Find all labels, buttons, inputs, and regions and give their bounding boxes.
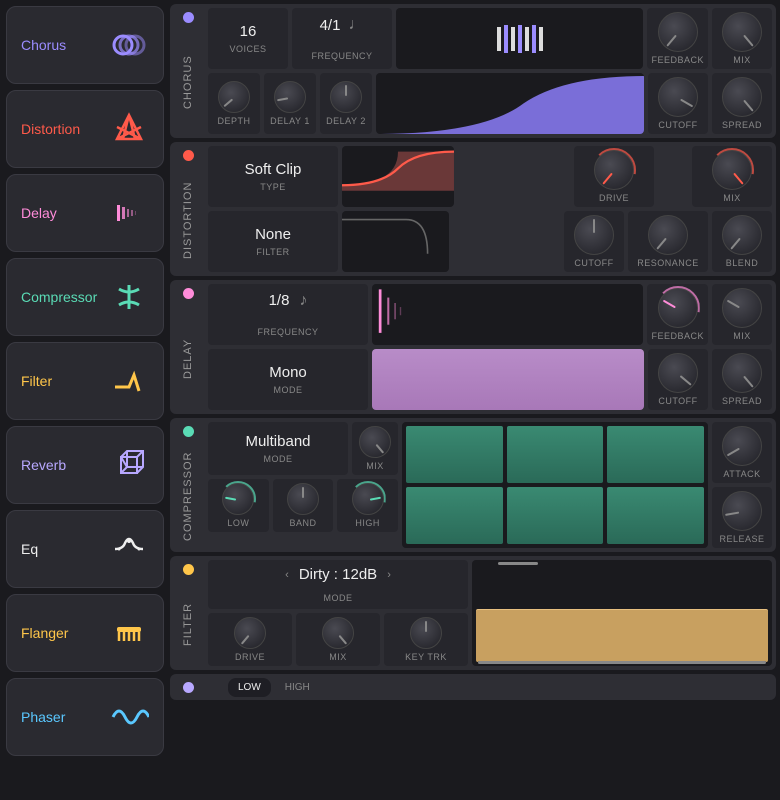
type-param[interactable]: Soft Clip TYPE bbox=[208, 146, 338, 207]
reverb-icon bbox=[109, 445, 149, 485]
sidebar-item-label: Distortion bbox=[21, 121, 80, 137]
panel-reverb: LOW HIGH bbox=[170, 674, 776, 700]
sidebar-item-filter[interactable]: Filter bbox=[6, 342, 164, 420]
distortion-icon bbox=[109, 109, 149, 149]
low-knob[interactable] bbox=[222, 483, 254, 515]
flanger-icon bbox=[109, 613, 149, 653]
enable-dot-distortion[interactable] bbox=[183, 150, 194, 161]
sidebar-item-phaser[interactable]: Phaser bbox=[6, 678, 164, 756]
note-icon: ♪ bbox=[299, 292, 307, 310]
distortion-curve-display bbox=[342, 146, 454, 207]
panel-title: FILTER bbox=[182, 583, 194, 666]
mode-param[interactable]: Multiband MODE bbox=[208, 422, 348, 475]
sidebar-item-compressor[interactable]: Compressor bbox=[6, 258, 164, 336]
enable-dot-chorus[interactable] bbox=[183, 12, 194, 23]
spread-knob[interactable] bbox=[722, 353, 762, 393]
feedback-knob[interactable] bbox=[658, 288, 698, 328]
delay2-knob[interactable] bbox=[330, 81, 362, 113]
sidebar-item-label: Delay bbox=[21, 205, 57, 221]
mode-param[interactable]: ‹ Dirty : 12dB › MODE bbox=[208, 560, 468, 609]
sidebar-item-flanger[interactable]: Flanger bbox=[6, 594, 164, 672]
phaser-icon bbox=[109, 697, 149, 737]
cutoff-knob[interactable] bbox=[658, 353, 698, 393]
compressor-icon bbox=[109, 277, 149, 317]
tab-low[interactable]: LOW bbox=[228, 678, 271, 697]
eq-icon bbox=[109, 529, 149, 569]
sidebar-item-reverb[interactable]: Reverb bbox=[6, 426, 164, 504]
filter-icon bbox=[109, 361, 149, 401]
delay-icon bbox=[109, 193, 149, 233]
tab-high[interactable]: HIGH bbox=[275, 678, 320, 697]
resonance-knob[interactable] bbox=[648, 215, 688, 255]
delay1-knob[interactable] bbox=[274, 81, 306, 113]
next-arrow-icon[interactable]: › bbox=[383, 569, 395, 581]
panel-compressor: COMPRESSOR Multiband MODE MIX LOW BAND bbox=[170, 418, 776, 552]
feedback-knob[interactable] bbox=[658, 12, 698, 52]
sidebar-item-label: Phaser bbox=[21, 709, 65, 725]
sidebar-item-eq[interactable]: Eq bbox=[6, 510, 164, 588]
delay-env-display bbox=[372, 349, 644, 410]
sidebar-item-label: Filter bbox=[21, 373, 52, 389]
frequency-param[interactable]: 4/1 ♩ FREQUENCY bbox=[292, 8, 392, 69]
panel-title: DISTORTION bbox=[182, 169, 194, 272]
band-knob[interactable] bbox=[287, 483, 319, 515]
mix-knob[interactable] bbox=[359, 426, 391, 458]
sidebar-item-label: Reverb bbox=[21, 457, 66, 473]
distortion-filter-display bbox=[342, 211, 449, 272]
sidebar-item-label: Chorus bbox=[21, 37, 66, 53]
chorus-curve-display bbox=[376, 73, 644, 134]
cutoff-knob[interactable] bbox=[658, 77, 698, 117]
depth-knob[interactable] bbox=[218, 81, 250, 113]
effects-sidebar: Chorus Distortion Delay Compressor Filte… bbox=[0, 0, 170, 800]
prev-arrow-icon[interactable]: ‹ bbox=[281, 569, 293, 581]
note-icon: ♩ bbox=[348, 16, 364, 34]
mix-knob[interactable] bbox=[722, 12, 762, 52]
sidebar-item-label: Compressor bbox=[21, 289, 97, 305]
keytrk-knob[interactable] bbox=[410, 617, 442, 649]
high-knob[interactable] bbox=[352, 483, 384, 515]
mix-knob[interactable] bbox=[712, 150, 752, 190]
panel-delay: DELAY 1/8 ♪ FREQUENCY FEEDBACK MIX Mono … bbox=[170, 280, 776, 414]
panel-title: CHORUS bbox=[182, 31, 194, 134]
spread-knob[interactable] bbox=[722, 77, 762, 117]
enable-dot-compressor[interactable] bbox=[183, 426, 194, 437]
release-knob[interactable] bbox=[722, 491, 762, 531]
chorus-display bbox=[396, 8, 643, 69]
sidebar-item-chorus[interactable]: Chorus bbox=[6, 6, 164, 84]
cutoff-knob[interactable] bbox=[574, 215, 614, 255]
mix-knob[interactable] bbox=[322, 617, 354, 649]
enable-dot-filter[interactable] bbox=[183, 564, 194, 575]
sidebar-item-distortion[interactable]: Distortion bbox=[6, 90, 164, 168]
drive-knob[interactable] bbox=[594, 150, 634, 190]
delay-display bbox=[372, 284, 643, 345]
panel-distortion: DISTORTION Soft Clip TYPE DRIVE MIX None bbox=[170, 142, 776, 276]
panel-filter: FILTER ‹ Dirty : 12dB › MODE DRIVE MIX K… bbox=[170, 556, 776, 670]
voices-param[interactable]: 16 VOICES bbox=[208, 8, 288, 69]
frequency-param[interactable]: 1/8 ♪ FREQUENCY bbox=[208, 284, 368, 345]
enable-dot-delay[interactable] bbox=[183, 288, 194, 299]
chorus-icon bbox=[109, 25, 149, 65]
panel-chorus: CHORUS 16 VOICES 4/1 ♩ FREQUENCY FEEDBAC… bbox=[170, 4, 776, 138]
effects-main: CHORUS 16 VOICES 4/1 ♩ FREQUENCY FEEDBAC… bbox=[170, 0, 780, 800]
drive-knob[interactable] bbox=[234, 617, 266, 649]
attack-knob[interactable] bbox=[722, 426, 762, 466]
enable-dot-reverb[interactable] bbox=[183, 682, 194, 693]
sidebar-item-label: Flanger bbox=[21, 625, 68, 641]
mix-knob[interactable] bbox=[722, 288, 762, 328]
scrollbar-bottom[interactable] bbox=[478, 661, 766, 664]
sidebar-item-label: Eq bbox=[21, 541, 38, 557]
sidebar-item-delay[interactable]: Delay bbox=[6, 174, 164, 252]
filter-param[interactable]: None FILTER bbox=[208, 211, 338, 272]
filter-curve-display[interactable] bbox=[472, 560, 772, 666]
scrollbar-top[interactable] bbox=[478, 562, 766, 565]
blend-knob[interactable] bbox=[722, 215, 762, 255]
panel-title: COMPRESSOR bbox=[182, 445, 194, 548]
mode-param[interactable]: Mono MODE bbox=[208, 349, 368, 410]
compressor-bands-display[interactable] bbox=[402, 422, 708, 548]
panel-title: DELAY bbox=[182, 307, 194, 410]
